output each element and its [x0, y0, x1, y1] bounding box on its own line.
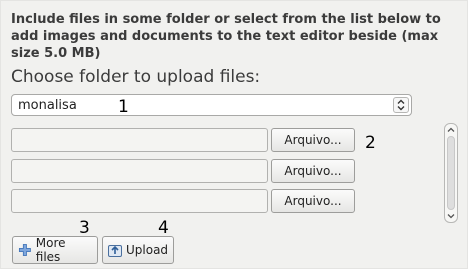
file-row: Arquivo...	[11, 128, 356, 152]
callout-4: 4	[158, 218, 169, 238]
browse-button[interactable]: Arquivo...	[271, 159, 355, 183]
folder-select-value: monalisa	[18, 98, 77, 113]
folder-heading: Choose folder to upload files:	[11, 67, 261, 87]
callout-2: 2	[365, 133, 376, 153]
callout-1: 1	[118, 97, 129, 117]
callout-3: 3	[79, 218, 90, 238]
instructions-text: Include files in some folder or select f…	[11, 12, 441, 61]
scroll-down-icon[interactable]	[446, 211, 456, 221]
more-files-button[interactable]: More files	[12, 236, 98, 264]
browse-button[interactable]: Arquivo...	[271, 128, 355, 152]
folder-select[interactable]: monalisa	[11, 94, 412, 116]
file-path-field[interactable]	[11, 159, 268, 183]
file-list-scrollbar[interactable]	[444, 123, 458, 223]
file-row: Arquivo...	[11, 189, 356, 213]
upload-icon	[108, 245, 122, 257]
updown-arrows-icon	[393, 97, 409, 113]
plus-icon	[18, 244, 31, 256]
scrollbar-thumb[interactable]	[447, 136, 455, 210]
file-row: Arquivo...	[11, 159, 356, 183]
file-path-field[interactable]	[11, 189, 268, 213]
browse-button[interactable]: Arquivo...	[271, 189, 355, 213]
file-path-field[interactable]	[11, 128, 268, 152]
upload-button[interactable]: Upload	[102, 236, 174, 264]
more-files-label: More files	[35, 236, 66, 264]
upload-label: Upload	[126, 243, 169, 257]
scroll-up-icon[interactable]	[446, 125, 456, 135]
